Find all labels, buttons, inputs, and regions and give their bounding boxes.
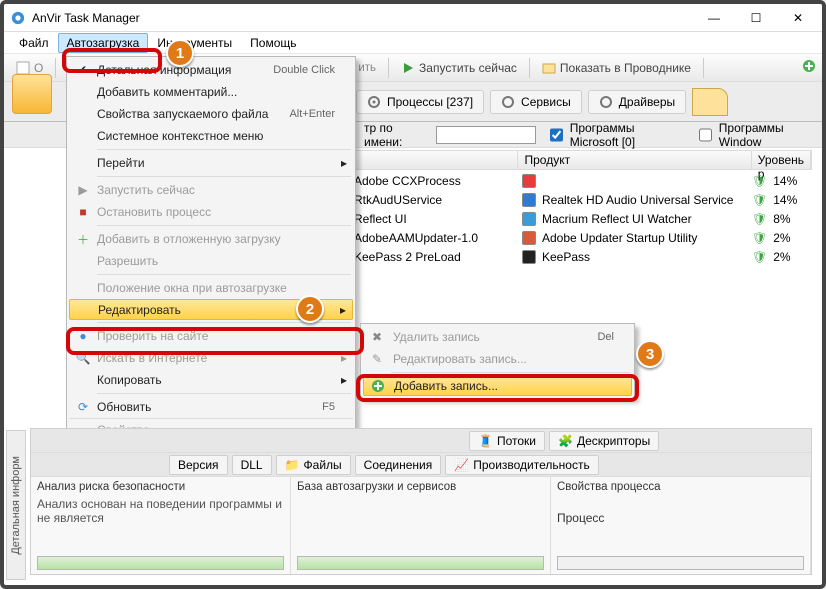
filter-windows-checkbox[interactable]: Программы Window — [695, 121, 814, 149]
menu-stop-process[interactable]: ■Остановить процесс — [69, 201, 353, 223]
tab-connections[interactable]: Соединения — [355, 455, 442, 475]
shield-icon: 🛡 — [752, 212, 767, 226]
menu-detailed-info[interactable]: ✔Детальная информацияDouble Click — [69, 59, 353, 81]
menu-check-site[interactable]: ●Проверить на сайте — [69, 325, 353, 347]
descriptors-icon: 🧩 — [558, 434, 573, 448]
chart-icon: 📈 — [454, 458, 469, 472]
toolbar-add-icon[interactable] — [802, 59, 816, 76]
threads-icon: 🧵 — [478, 434, 493, 448]
product-icon — [522, 231, 536, 245]
list-row[interactable]: Adobe CCXProcess 🛡14% — [350, 171, 812, 190]
menu-run-now[interactable]: ▶Запустить сейчас — [69, 179, 353, 201]
folder-icon: 📁 — [285, 458, 300, 472]
submenu-add-record[interactable]: Добавить запись... — [363, 375, 632, 396]
menu-tools[interactable]: Инструменты — [148, 33, 241, 53]
stop-icon: ■ — [76, 205, 90, 219]
context-submenu-edit: ✖Удалить записьDel ✎Редактировать запись… — [360, 323, 635, 399]
menu-help[interactable]: Помощь — [241, 33, 305, 53]
submenu-edit-record[interactable]: ✎Редактировать запись... — [363, 348, 632, 370]
list-row[interactable]: KeePass 2 PreLoad KeePass 🛡2% — [350, 247, 812, 266]
menu-delay-load[interactable]: ＋Добавить в отложенную загрузку — [69, 228, 353, 250]
menu-system-context[interactable]: Системное контекстное меню — [69, 125, 353, 147]
product-icon — [522, 174, 536, 188]
list-row[interactable]: Reflect UI Macrium Reflect UI Watcher 🛡8… — [350, 209, 812, 228]
col-product[interactable]: Продукт — [518, 151, 751, 169]
pane-db: База автозагрузки и сервисов — [291, 477, 551, 574]
shield-icon: 🛡 — [752, 250, 767, 264]
guide-callout-3: 3 — [636, 340, 664, 368]
list-row[interactable]: AdobeAAMUpdater-1.0 Adobe Updater Startu… — [350, 228, 812, 247]
menu-file-properties[interactable]: Свойства запускаемого файлаAlt+Enter — [69, 103, 353, 125]
menu-refresh[interactable]: ⟳ОбновитьF5 — [69, 396, 353, 418]
play-icon: ▶ — [76, 183, 90, 197]
shield-icon: 🛡 — [752, 174, 767, 188]
list-row[interactable]: RtkAudUService Realtek HD Audio Universa… — [350, 190, 812, 209]
close-button[interactable]: ✕ — [786, 11, 810, 25]
refresh-icon: ⟳ — [76, 400, 90, 414]
delete-icon: ✖ — [370, 330, 384, 344]
menu-search-internet[interactable]: 🔍Искать в Интернете▸ — [69, 347, 353, 369]
minimize-button[interactable]: — — [702, 11, 726, 25]
edit-icon: ✎ — [370, 352, 384, 366]
side-tab-details[interactable]: Детальная информ — [6, 430, 26, 580]
tab-processes[interactable]: Процессы [237] — [356, 90, 484, 114]
category-icon — [12, 74, 52, 114]
context-menu-startup: ✔Детальная информацияDouble Click Добави… — [66, 56, 356, 443]
toolbar-run-now[interactable]: Запустить сейчас — [395, 59, 523, 77]
globe-icon: ● — [76, 329, 90, 343]
product-icon — [522, 212, 536, 226]
menu-window-position[interactable]: Положение окна при автозагрузке — [69, 277, 353, 299]
product-icon — [522, 250, 536, 264]
menu-edit[interactable]: Редактировать▸ — [69, 299, 353, 320]
tab-drivers[interactable]: Драйверы — [588, 90, 686, 114]
add-icon: ＋ — [76, 232, 90, 246]
submenu-delete-record[interactable]: ✖Удалить записьDel — [363, 326, 632, 348]
menubar: Файл Автозагрузка Инструменты Помощь — [4, 32, 822, 54]
app-window: AnVir Task Manager — ☐ ✕ Файл Автозагруз… — [0, 0, 826, 589]
sticky-note-icon[interactable] — [692, 88, 728, 116]
menu-goto[interactable]: Перейти▸ — [69, 152, 353, 174]
pane-process-props: Свойства процесса Процесс — [551, 477, 811, 574]
menu-allow[interactable]: Разрешить — [69, 250, 353, 272]
tab-threads[interactable]: 🧵Потоки — [469, 431, 545, 451]
toolbar-more[interactable]: ить — [352, 60, 382, 76]
tab-descriptors[interactable]: 🧩Дескрипторы — [549, 431, 659, 451]
menu-file[interactable]: Файл — [10, 33, 58, 53]
titlebar: AnVir Task Manager — ☐ ✕ — [4, 4, 822, 32]
tab-services[interactable]: Сервисы — [490, 90, 582, 114]
product-icon — [522, 193, 536, 207]
menu-add-comment[interactable]: Добавить комментарий... — [69, 81, 353, 103]
search-icon: 🔍 — [76, 351, 90, 365]
maximize-button[interactable]: ☐ — [744, 11, 768, 25]
filter-input[interactable] — [436, 126, 536, 144]
add-icon — [371, 379, 385, 393]
shield-icon: 🛡 — [752, 231, 767, 245]
menu-startup[interactable]: Автозагрузка — [58, 33, 149, 53]
col-risk[interactable]: Уровень р — [752, 151, 811, 169]
list-header: Продукт Уровень р — [350, 150, 812, 170]
tab-version[interactable]: Версия — [169, 455, 228, 475]
filter-microsoft-checkbox[interactable]: Программы Microsoft [0] — [546, 121, 685, 149]
app-icon — [10, 10, 26, 26]
filter-label: тр по имени: — [364, 121, 426, 149]
toolbar-show-explorer[interactable]: Показать в Проводнике — [536, 59, 697, 77]
tab-performance[interactable]: 📈Производительность — [445, 455, 598, 475]
pane-risk: Анализ риска безопасности Анализ основан… — [31, 477, 291, 574]
tab-dll[interactable]: DLL — [232, 455, 272, 475]
tree-panel — [12, 74, 62, 425]
tab-files[interactable]: 📁Файлы — [276, 455, 351, 475]
details-panel: 🧵Потоки 🧩Дескрипторы Версия DLL 📁Файлы С… — [30, 428, 812, 575]
shield-icon: 🛡 — [752, 193, 767, 207]
list-body: Adobe CCXProcess 🛡14% RtkAudUService Rea… — [350, 171, 812, 266]
window-title: AnVir Task Manager — [32, 11, 702, 25]
menu-copy[interactable]: Копировать▸ — [69, 369, 353, 391]
